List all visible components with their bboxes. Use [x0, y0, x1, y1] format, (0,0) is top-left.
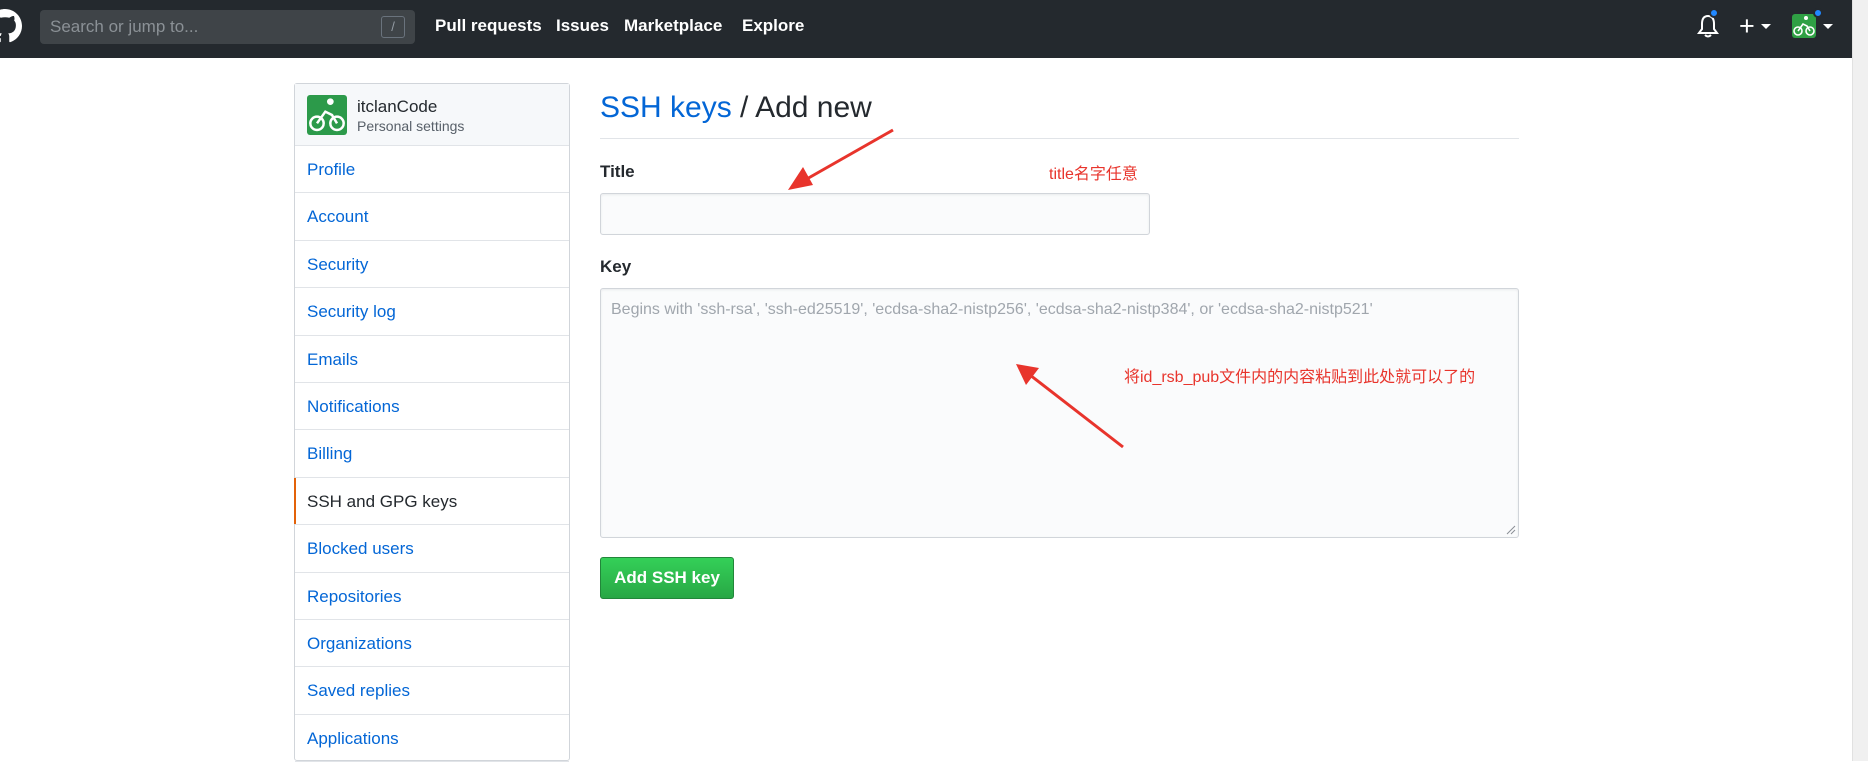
breadcrumb-current: Add new	[755, 91, 872, 124]
sidebar-item-ssh-and-gpg-keys[interactable]: SSH and GPG keys	[294, 477, 569, 526]
key-label: Key	[600, 257, 632, 276]
settings-sidebar: itclanCode Personal settings Profile Acco…	[294, 83, 570, 762]
search-placeholder: Search or jump to...	[50, 17, 199, 36]
title-label: Title	[600, 162, 635, 181]
nav-issues[interactable]: Issues	[556, 15, 609, 37]
page-title: SSH keys / Add new	[600, 88, 872, 128]
sidebar-username[interactable]: itclanCode	[357, 97, 437, 117]
sidebar-item-organizations[interactable]: Organizations	[295, 620, 569, 668]
search-shortcut-key: /	[381, 16, 405, 38]
sidebar-item-security[interactable]: Security	[295, 241, 569, 289]
github-logo-icon[interactable]	[0, 9, 22, 43]
breadcrumb-ssh-keys-link[interactable]: SSH keys	[600, 91, 732, 124]
key-annotation: 将id_rsb_pub文件内的内容粘贴到此处就可以了的	[1124, 369, 1476, 386]
avatar[interactable]	[1792, 14, 1816, 38]
sidebar-item-saved-replies[interactable]: Saved replies	[295, 667, 569, 715]
nav-marketplace[interactable]: Marketplace	[624, 15, 722, 37]
sidebar-item-notifications[interactable]: Notifications	[295, 383, 569, 431]
cyclist-icon	[309, 98, 345, 132]
cyclist-icon	[1793, 16, 1815, 36]
key-placeholder: Begins with 'ssh-rsa', 'ssh-ed25519', 'e…	[611, 301, 1373, 318]
resize-grip-icon[interactable]	[1504, 523, 1516, 535]
title-arrow-icon	[788, 128, 894, 190]
title-divider	[600, 138, 1519, 139]
sidebar-item-blocked-users[interactable]: Blocked users	[295, 525, 569, 573]
sidebar-subtitle: Personal settings	[357, 118, 465, 134]
nav-explore[interactable]: Explore	[742, 15, 804, 37]
sidebar-item-billing[interactable]: Billing	[295, 430, 569, 478]
sidebar-item-repositories[interactable]: Repositories	[295, 573, 569, 620]
title-input[interactable]	[600, 193, 1150, 235]
title-annotation: title名字任意	[1049, 166, 1138, 183]
avatar[interactable]	[307, 95, 347, 135]
avatar-indicator	[1813, 8, 1823, 18]
top-header: Search or jump to... / Pull requests Iss…	[0, 0, 1852, 58]
vertical-scrollbar[interactable]	[1852, 0, 1868, 761]
sidebar-item-applications[interactable]: Applications	[295, 715, 569, 762]
plus-icon[interactable]: +	[1739, 11, 1755, 41]
caret-down-icon[interactable]	[1761, 24, 1771, 29]
nav-pull-requests[interactable]: Pull requests	[435, 15, 542, 37]
sidebar-menu: Profile Account Security Security log Emails…	[294, 146, 569, 762]
key-textarea[interactable]: Begins with 'ssh-rsa', 'ssh-ed25519', 'e…	[600, 288, 1519, 538]
add-ssh-key-button[interactable]: Add SSH key	[600, 557, 734, 599]
sidebar-item-emails[interactable]: Emails	[295, 336, 569, 383]
sidebar-item-account[interactable]: Account	[295, 193, 569, 241]
sidebar-item-profile[interactable]: Profile	[295, 146, 569, 194]
breadcrumb-separator: /	[731, 91, 756, 124]
avatar-caret-down-icon[interactable]	[1823, 24, 1833, 29]
search-input[interactable]: Search or jump to... /	[40, 10, 415, 44]
notification-indicator	[1709, 8, 1719, 18]
sidebar-item-security-log[interactable]: Security log	[295, 288, 569, 336]
sidebar-header: itclanCode Personal settings	[295, 84, 569, 146]
